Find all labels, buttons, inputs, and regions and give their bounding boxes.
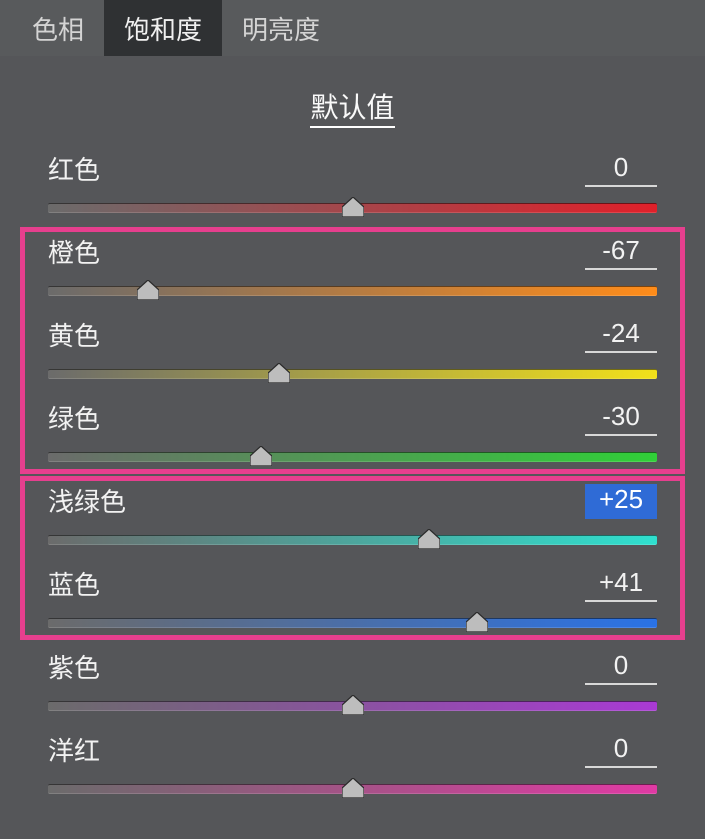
slider-track-purple[interactable] — [48, 699, 657, 711]
slider-track-aqua[interactable] — [48, 533, 657, 545]
slider-label-blue: 蓝色 — [48, 565, 100, 602]
slider-track-magenta[interactable] — [48, 782, 657, 794]
slider-thumb-blue[interactable] — [466, 612, 488, 632]
slider-row-yellow: 黄色 -24 — [30, 316, 675, 379]
tab-strip: 色相 饱和度 明亮度 — [0, 0, 705, 56]
defaults-link[interactable]: 默认值 — [0, 86, 705, 126]
slider-track-orange[interactable] — [48, 284, 657, 296]
slider-track-red[interactable] — [48, 201, 657, 213]
slider-row-purple: 紫色 0 — [30, 648, 675, 711]
slider-bar-green — [48, 452, 657, 462]
slider-label-red: 红色 — [48, 150, 100, 187]
slider-row-aqua: 浅绿色 +25 — [30, 482, 675, 545]
slider-value-orange[interactable]: -67 — [585, 235, 657, 270]
slider-value-purple[interactable]: 0 — [585, 650, 657, 685]
slider-row-magenta: 洋红 0 — [30, 731, 675, 794]
slider-label-yellow: 黄色 — [48, 316, 100, 353]
slider-row-blue: 蓝色 +41 — [30, 565, 675, 628]
tab-saturation[interactable]: 饱和度 — [104, 0, 222, 56]
slider-track-blue[interactable] — [48, 616, 657, 628]
slider-track-yellow[interactable] — [48, 367, 657, 379]
slider-thumb-purple[interactable] — [342, 695, 364, 715]
slider-thumb-yellow[interactable] — [268, 363, 290, 383]
slider-value-green[interactable]: -30 — [585, 401, 657, 436]
slider-bar-aqua — [48, 535, 657, 545]
slider-row-orange: 橙色 -67 — [30, 233, 675, 296]
slider-label-purple: 紫色 — [48, 648, 100, 685]
slider-label-orange: 橙色 — [48, 233, 100, 270]
sliders-container: 红色 0 橙色 -67 黄色 -24 绿色 -30 浅绿色 +25 蓝色 +41 紫色 0 洋红 0 — [0, 150, 705, 794]
tab-luminance[interactable]: 明亮度 — [222, 0, 340, 56]
tab-hue[interactable]: 色相 — [12, 0, 104, 56]
slider-thumb-red[interactable] — [342, 197, 364, 217]
slider-label-green: 绿色 — [48, 399, 100, 436]
defaults-label: 默认值 — [310, 92, 394, 128]
slider-thumb-magenta[interactable] — [342, 778, 364, 798]
slider-thumb-aqua[interactable] — [418, 529, 440, 549]
slider-value-magenta[interactable]: 0 — [585, 733, 657, 768]
slider-bar-blue — [48, 618, 657, 628]
slider-label-aqua: 浅绿色 — [48, 482, 126, 519]
slider-track-green[interactable] — [48, 450, 657, 462]
slider-thumb-orange[interactable] — [137, 280, 159, 300]
slider-row-red: 红色 0 — [30, 150, 675, 213]
slider-value-blue[interactable]: +41 — [585, 567, 657, 602]
slider-thumb-green[interactable] — [250, 446, 272, 466]
hsl-panel: 色相 饱和度 明亮度 默认值 红色 0 橙色 -67 黄色 -24 绿色 -30 浅绿色 +25 蓝… — [0, 0, 705, 839]
slider-value-yellow[interactable]: -24 — [585, 318, 657, 353]
slider-label-magenta: 洋红 — [48, 731, 100, 768]
slider-value-aqua[interactable]: +25 — [585, 484, 657, 519]
slider-value-red[interactable]: 0 — [585, 152, 657, 187]
slider-row-green: 绿色 -30 — [30, 399, 675, 462]
slider-bar-yellow — [48, 369, 657, 379]
